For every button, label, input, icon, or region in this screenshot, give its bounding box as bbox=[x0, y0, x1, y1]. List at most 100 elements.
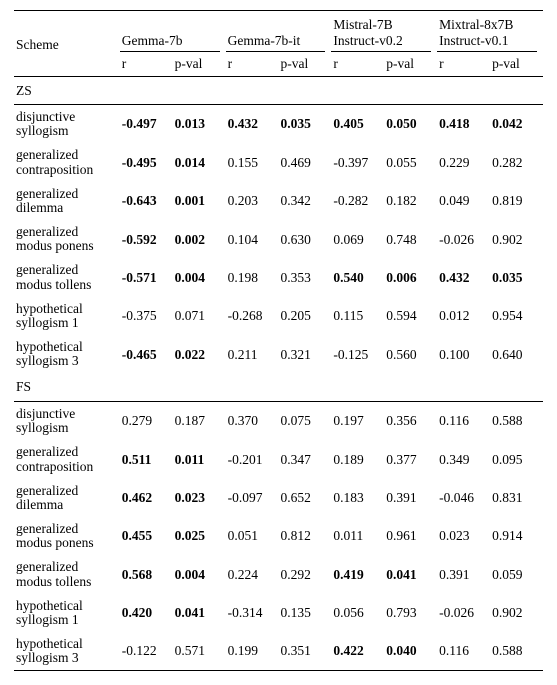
value-cell: 0.511 bbox=[120, 440, 173, 478]
value-cell: 0.588 bbox=[490, 401, 543, 440]
col-model-2: Mistral-7B Instruct-v0.2 bbox=[331, 11, 437, 53]
table-row: generalized modus tollens-0.5710.0040.19… bbox=[14, 258, 543, 296]
value-cell: 0.422 bbox=[331, 632, 384, 671]
value-cell: 0.630 bbox=[278, 220, 331, 258]
table-row: generalized modus ponens-0.5920.0020.104… bbox=[14, 220, 543, 258]
row-label: generalized dilemma bbox=[14, 182, 120, 220]
value-cell: 0.229 bbox=[437, 143, 490, 181]
value-cell: 0.116 bbox=[437, 632, 490, 671]
value-cell: 0.004 bbox=[173, 258, 226, 296]
value-cell: 0.640 bbox=[490, 335, 543, 373]
subcol-r: r bbox=[437, 52, 490, 76]
row-label: generalized modus tollens bbox=[14, 258, 120, 296]
value-cell: -0.465 bbox=[120, 335, 173, 373]
value-cell: 0.812 bbox=[278, 517, 331, 555]
value-cell: 0.462 bbox=[120, 479, 173, 517]
value-cell: 0.023 bbox=[437, 517, 490, 555]
value-cell: 0.014 bbox=[173, 143, 226, 181]
value-cell: -0.201 bbox=[226, 440, 279, 478]
value-cell: 0.370 bbox=[226, 401, 279, 440]
value-cell: 0.055 bbox=[384, 143, 437, 181]
value-cell: 0.183 bbox=[331, 479, 384, 517]
row-label: generalized dilemma bbox=[14, 479, 120, 517]
row-label: generalized contraposition bbox=[14, 440, 120, 478]
table-row: generalized modus tollens0.5680.0040.224… bbox=[14, 555, 543, 593]
table-row: hypothetical syllogism 3-0.1220.5710.199… bbox=[14, 632, 543, 671]
value-cell: 0.116 bbox=[437, 401, 490, 440]
value-cell: 0.321 bbox=[278, 335, 331, 373]
value-cell: 0.013 bbox=[173, 105, 226, 144]
value-cell: 0.377 bbox=[384, 440, 437, 478]
value-cell: 0.540 bbox=[331, 258, 384, 296]
value-cell: 0.011 bbox=[173, 440, 226, 478]
value-cell: 0.041 bbox=[173, 594, 226, 632]
value-cell: 0.187 bbox=[173, 401, 226, 440]
value-cell: 0.342 bbox=[278, 182, 331, 220]
row-label: hypothetical syllogism 1 bbox=[14, 297, 120, 335]
value-cell: -0.097 bbox=[226, 479, 279, 517]
value-cell: 0.224 bbox=[226, 555, 279, 593]
value-cell: 0.023 bbox=[173, 479, 226, 517]
value-cell: -0.314 bbox=[226, 594, 279, 632]
value-cell: -0.268 bbox=[226, 297, 279, 335]
value-cell: 0.050 bbox=[384, 105, 437, 144]
value-cell: 0.347 bbox=[278, 440, 331, 478]
value-cell: 0.199 bbox=[226, 632, 279, 671]
row-label: generalized modus tollens bbox=[14, 555, 120, 593]
value-cell: 0.914 bbox=[490, 517, 543, 555]
value-cell: 0.420 bbox=[120, 594, 173, 632]
value-cell: 0.095 bbox=[490, 440, 543, 478]
value-cell: 0.104 bbox=[226, 220, 279, 258]
value-cell: -0.592 bbox=[120, 220, 173, 258]
value-cell: 0.189 bbox=[331, 440, 384, 478]
subcol-p: p-val bbox=[278, 52, 331, 76]
row-label: hypothetical syllogism 3 bbox=[14, 335, 120, 373]
value-cell: 0.349 bbox=[437, 440, 490, 478]
value-cell: 0.071 bbox=[173, 297, 226, 335]
table-row: disjunctive syllogism0.2790.1870.3700.07… bbox=[14, 401, 543, 440]
value-cell: -0.026 bbox=[437, 220, 490, 258]
value-cell: 0.455 bbox=[120, 517, 173, 555]
value-cell: 0.182 bbox=[384, 182, 437, 220]
row-label: disjunctive syllogism bbox=[14, 401, 120, 440]
value-cell: -0.282 bbox=[331, 182, 384, 220]
value-cell: 0.042 bbox=[490, 105, 543, 144]
value-cell: 0.961 bbox=[384, 517, 437, 555]
value-cell: 0.006 bbox=[384, 258, 437, 296]
value-cell: 0.902 bbox=[490, 220, 543, 258]
col-model-1: Gemma-7b-it bbox=[226, 11, 332, 53]
subcol-p: p-val bbox=[384, 52, 437, 76]
table-row: hypothetical syllogism 10.4200.041-0.314… bbox=[14, 594, 543, 632]
subcol-r: r bbox=[331, 52, 384, 76]
value-cell: 0.418 bbox=[437, 105, 490, 144]
value-cell: 0.793 bbox=[384, 594, 437, 632]
value-cell: 0.069 bbox=[331, 220, 384, 258]
table-row: generalized modus ponens0.4550.0250.0510… bbox=[14, 517, 543, 555]
value-cell: 0.568 bbox=[120, 555, 173, 593]
value-cell: 0.135 bbox=[278, 594, 331, 632]
value-cell: 0.652 bbox=[278, 479, 331, 517]
value-cell: 0.292 bbox=[278, 555, 331, 593]
value-cell: 0.282 bbox=[490, 143, 543, 181]
value-cell: 0.594 bbox=[384, 297, 437, 335]
row-label: generalized contraposition bbox=[14, 143, 120, 181]
value-cell: 0.571 bbox=[173, 632, 226, 671]
value-cell: 0.040 bbox=[384, 632, 437, 671]
value-cell: 0.056 bbox=[331, 594, 384, 632]
value-cell: 0.049 bbox=[437, 182, 490, 220]
value-cell: 0.041 bbox=[384, 555, 437, 593]
value-cell: 0.831 bbox=[490, 479, 543, 517]
value-cell: 0.100 bbox=[437, 335, 490, 373]
value-cell: 0.115 bbox=[331, 297, 384, 335]
subcol-r: r bbox=[120, 52, 173, 76]
value-cell: 0.211 bbox=[226, 335, 279, 373]
table-body: ZSdisjunctive syllogism-0.4970.0130.4320… bbox=[14, 76, 543, 671]
value-cell: 0.035 bbox=[278, 105, 331, 144]
value-cell: 0.205 bbox=[278, 297, 331, 335]
value-cell: 0.391 bbox=[384, 479, 437, 517]
value-cell: 0.391 bbox=[437, 555, 490, 593]
value-cell: 0.203 bbox=[226, 182, 279, 220]
col-model-0: Gemma-7b bbox=[120, 11, 226, 53]
value-cell: 0.588 bbox=[490, 632, 543, 671]
table-header: Scheme Gemma-7b Gemma-7b-it Mistral-7B I… bbox=[14, 11, 543, 77]
